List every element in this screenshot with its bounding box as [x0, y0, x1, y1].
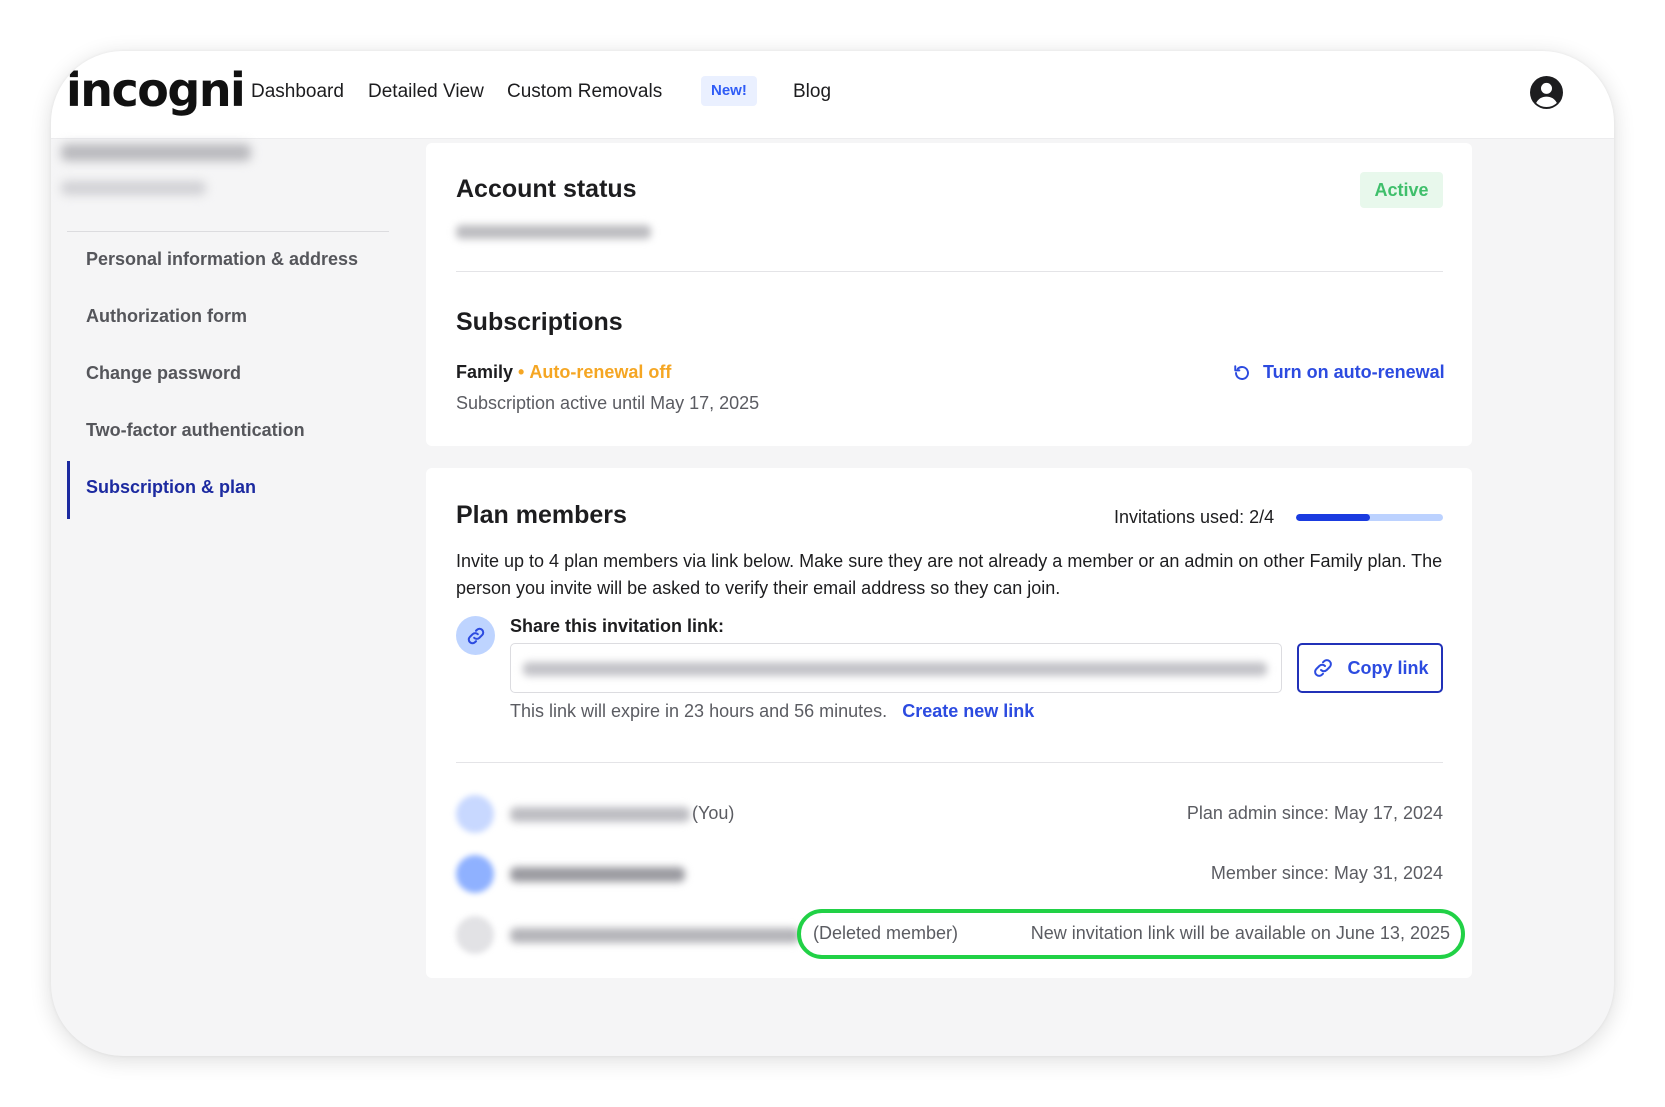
plan-line: Family • Auto-renewal off [456, 362, 671, 383]
sidebar-item-change-password[interactable]: Change password [86, 363, 241, 384]
user-name-redacted [61, 144, 251, 161]
invitations-progress-bar [1296, 514, 1443, 521]
refresh-icon [1234, 364, 1249, 380]
sidebar-item-authorization-form[interactable]: Authorization form [86, 306, 247, 327]
account-status-title: Account status [456, 175, 637, 203]
active-indicator [67, 461, 70, 519]
nav-dashboard[interactable]: Dashboard [251, 81, 344, 103]
deleted-member-status: (Deleted member) [813, 923, 959, 943]
invitation-url-redacted [523, 662, 1267, 676]
app-window: incogni Dashboard Detailed View Custom R… [51, 51, 1614, 1056]
status-badge: Active [1360, 172, 1443, 208]
top-navigation-bar: incogni Dashboard Detailed View Custom R… [51, 51, 1614, 139]
subscription-active-until: Subscription active until May 17, 2025 [456, 393, 760, 413]
member-avatar [456, 916, 494, 954]
link-icon [1314, 659, 1333, 677]
member-email-redacted [510, 867, 685, 882]
create-new-link[interactable]: Create new link [902, 701, 1034, 721]
nav-detailed-view[interactable]: Detailed View [368, 81, 484, 103]
member-email-redacted [510, 807, 690, 822]
nav-blog[interactable]: Blog [793, 81, 831, 103]
new-badge: New! [701, 76, 757, 106]
link-expiry-line: This link will expire in 23 hours and 56… [510, 701, 1034, 722]
user-account-icon[interactable] [1530, 76, 1563, 109]
member-email-redacted [510, 928, 800, 943]
share-invitation-label: Share this invitation link: [510, 616, 725, 636]
plan-members-title: Plan members [456, 501, 627, 529]
member-avatar [456, 795, 494, 833]
section-divider [456, 271, 1443, 272]
invitation-link-field[interactable] [510, 643, 1282, 693]
sidebar-item-subscription-plan[interactable]: Subscription & plan [86, 477, 256, 498]
deleted-member-highlight: (Deleted member) New invitation link wil… [797, 909, 1465, 959]
copy-link-label: Copy link [1347, 657, 1429, 678]
invitations-used: Invitations used: 2/4 [1114, 507, 1275, 527]
new-invitation-availability: New invitation link will be available on… [1030, 923, 1450, 943]
plan-name: Family [456, 362, 514, 382]
separator-dot: • [518, 362, 525, 382]
sidebar-divider [67, 231, 389, 232]
invite-description: Invite up to 4 plan members via link bel… [456, 551, 1443, 598]
link-expiry-text: This link will expire in 23 hours and 56… [510, 701, 888, 721]
turn-on-auto-renewal-label: Turn on auto-renewal [1263, 362, 1445, 382]
account-status-detail-redacted [456, 225, 651, 239]
sidebar-item-two-factor-auth[interactable]: Two-factor authentication [86, 420, 305, 441]
plan-members-card: Plan members Invitations used: 2/4 Invit… [426, 468, 1472, 978]
copy-link-button[interactable]: Copy link [1297, 643, 1443, 693]
link-icon [456, 616, 495, 655]
member-since: Plan admin since: May 17, 2024 [1186, 803, 1443, 823]
user-email-redacted [61, 181, 206, 195]
subscriptions-title: Subscriptions [456, 308, 623, 336]
incogni-logo[interactable]: incogni [66, 63, 246, 117]
member-avatar [456, 855, 494, 893]
member-since: Member since: May 31, 2024 [1210, 863, 1443, 883]
nav-custom-removals[interactable]: Custom Removals [507, 81, 662, 103]
turn-on-auto-renewal-button[interactable]: Turn on auto-renewal [1233, 362, 1445, 383]
auto-renewal-status: Auto-renewal off [529, 362, 672, 382]
member-you-tag: (You) [692, 803, 735, 823]
members-divider [456, 762, 1443, 763]
sidebar-item-personal-information[interactable]: Personal information & address [86, 249, 358, 270]
invitations-progress-fill [1296, 514, 1370, 521]
account-subscription-card: Account status Active Subscriptions Fami… [426, 143, 1472, 446]
